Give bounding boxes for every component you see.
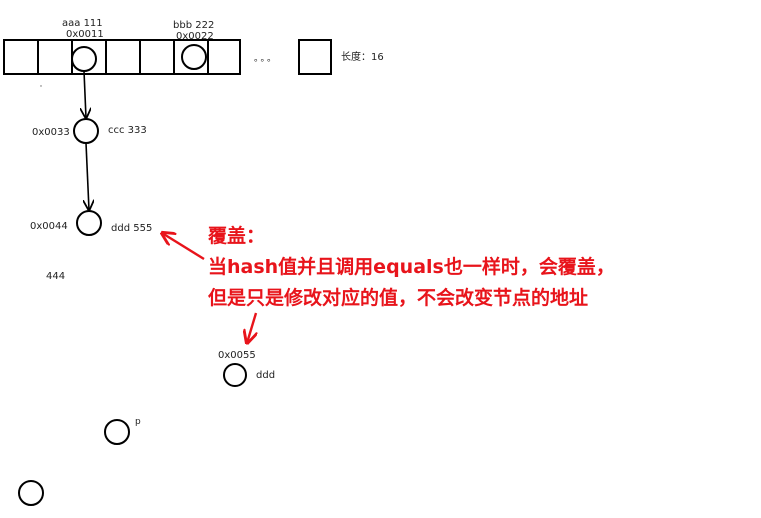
annotation-title: 覆盖： (207, 224, 265, 247)
array-ellipsis: 。。。 (254, 54, 278, 64)
annotation-line-2: 但是只是修改对应的值，不会改变节点的地址 (208, 286, 588, 309)
node-0033-address: 0x0033 (32, 127, 70, 138)
entry-0011-key-value: aaa 111 (62, 18, 103, 29)
node-0055-key-value: ddd (256, 370, 275, 381)
chain-node-0033 (73, 118, 99, 144)
stray-dot (40, 85, 42, 87)
entry-0022-address: 0x0022 (176, 31, 214, 42)
chain-arrow-1 (84, 70, 86, 118)
entry-node-0022 (181, 44, 207, 70)
array-slot-4 (139, 39, 175, 75)
node-0044-address: 0x0044 (30, 221, 68, 232)
hashmap-diagram: aaa 111 0x0011 bbb 222 0x0022 。。。 长度：16 … (3, 18, 615, 506)
annotation-line-1: 当hash值并且调用equals也一样时，会覆盖， (208, 255, 615, 278)
node-0044-key-value: ddd 555 (111, 223, 152, 234)
entry-node-0011 (71, 46, 97, 72)
entry-0011-address: 0x0011 (66, 29, 104, 40)
node-0055-address: 0x0055 (218, 350, 256, 361)
annotation-arrow-to-node (162, 233, 205, 261)
array-slot-1 (37, 39, 73, 75)
bucket-array (3, 39, 332, 75)
annotation-arrow-to-address (247, 312, 256, 343)
node-0044-old-value: 444 (46, 271, 65, 282)
node-p (104, 419, 130, 445)
array-slot-6 (207, 39, 241, 75)
array-slot-0 (3, 39, 39, 75)
chain-node-0044 (76, 210, 102, 236)
node-bottom (18, 480, 44, 506)
array-length-label: 长度：16 (341, 50, 384, 63)
node-p-label: p (135, 417, 141, 427)
array-slot-last (298, 39, 332, 75)
array-slot-3 (105, 39, 141, 75)
chain-arrow-2 (86, 142, 89, 210)
node-0033-key-value: ccc 333 (108, 125, 147, 136)
chain-node-0055 (223, 363, 247, 387)
entry-0022-key-value: bbb 222 (173, 20, 214, 31)
